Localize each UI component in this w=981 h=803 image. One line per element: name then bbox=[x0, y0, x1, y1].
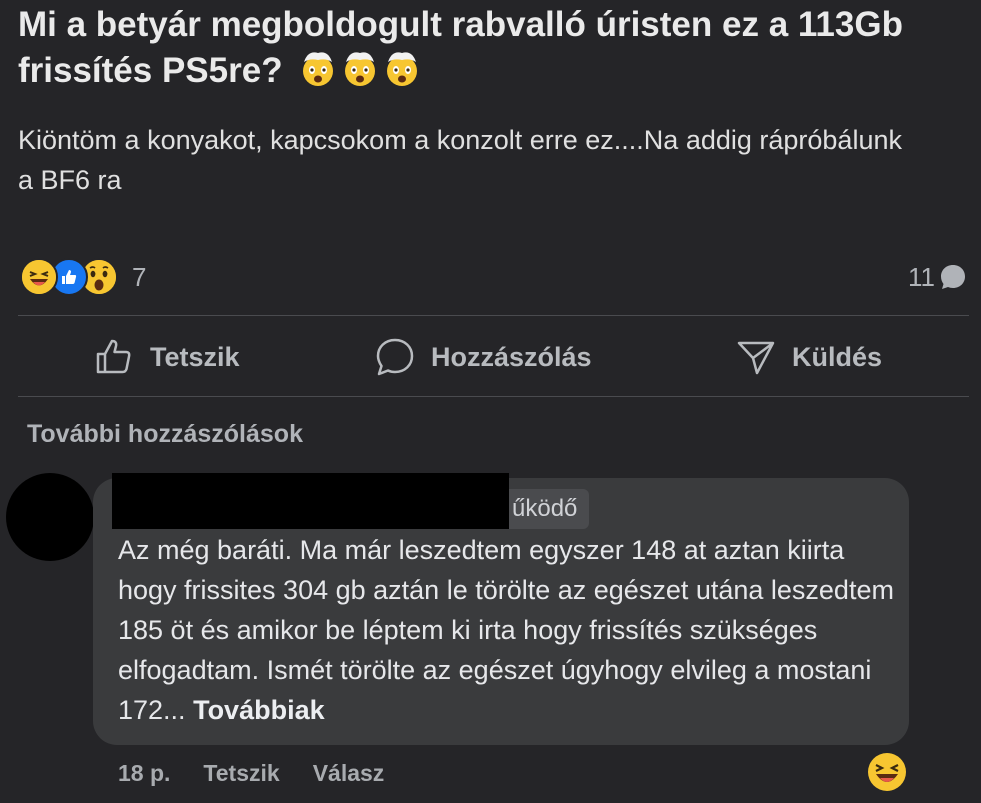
thumbs-up-icon bbox=[96, 339, 131, 374]
post-actions: Tetszik Hozzászólás Küldés bbox=[18, 318, 969, 396]
divider-bottom bbox=[18, 396, 969, 397]
post-body: Kiöntöm a konyakot, kapcsokom a konzolt … bbox=[18, 125, 902, 195]
send-icon bbox=[737, 341, 775, 375]
like-button[interactable]: Tetszik bbox=[94, 318, 240, 396]
comment-like-button[interactable]: Tetszik bbox=[203, 760, 279, 787]
comment-button[interactable]: Hozzászólás bbox=[375, 318, 592, 396]
more-comments-link[interactable]: További hozzászólások bbox=[27, 420, 303, 449]
exploding-head-icon bbox=[387, 52, 418, 86]
post-title-text: Mi a betyár megboldogult rabvalló úriste… bbox=[18, 5, 903, 90]
comment-reply-button[interactable]: Válasz bbox=[313, 760, 385, 787]
comment-meta: 18 p. Tetszik Válasz bbox=[118, 758, 417, 788]
grinning-squint-icon bbox=[20, 258, 58, 296]
title-emojis bbox=[298, 48, 422, 88]
comment-button-label: Hozzászólás bbox=[431, 341, 592, 372]
send-button-label: Küldés bbox=[792, 341, 883, 372]
post-title: Mi a betyár megboldogult rabvalló úriste… bbox=[18, 2, 968, 94]
like-button-label: Tetszik bbox=[150, 341, 240, 372]
see-more-link[interactable]: Továbbiak bbox=[193, 695, 325, 725]
grinning-squint-icon[interactable] bbox=[867, 752, 907, 792]
comment-count[interactable]: 11 bbox=[908, 258, 967, 296]
divider-top bbox=[18, 315, 969, 316]
reaction-summary[interactable]: 7 bbox=[20, 258, 146, 296]
comment-text: Az még baráti. Ma már leszedtem egyszer … bbox=[118, 530, 898, 730]
exploding-head-icon bbox=[345, 52, 376, 86]
exploding-head-icon bbox=[303, 52, 334, 86]
comment-time[interactable]: 18 p. bbox=[118, 760, 170, 787]
avatar[interactable] bbox=[6, 473, 94, 561]
redacted-author bbox=[112, 473, 509, 529]
reaction-count: 7 bbox=[132, 261, 147, 292]
comment-icon bbox=[376, 338, 414, 376]
comment-bubble-icon bbox=[941, 265, 965, 289]
comment-count-number: 11 bbox=[908, 261, 935, 292]
send-button[interactable]: Küldés bbox=[736, 318, 882, 396]
